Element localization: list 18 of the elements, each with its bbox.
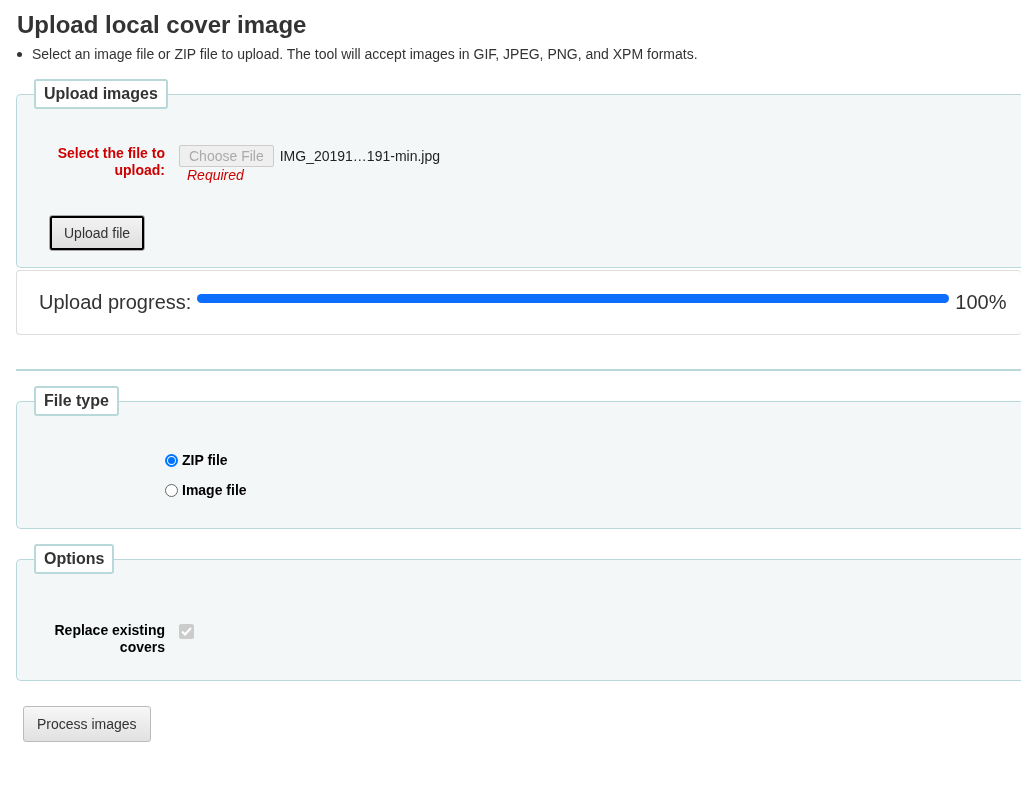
instruction-text: Select an image file or ZIP file to upload. The tool will accept images in GIF, JPEG, PNG, and XPM formats. xyxy=(32,46,698,62)
section-legend: Upload images xyxy=(34,79,168,109)
page-title: Upload local cover image xyxy=(17,10,308,40)
bullet-icon xyxy=(17,51,22,57)
progress-label: Upload progress: xyxy=(39,291,192,314)
process-images-button[interactable]: Process images xyxy=(23,706,151,742)
option-label: Replace existing covers xyxy=(53,622,165,656)
section-legend: File type xyxy=(34,386,119,416)
file-name: IMG_20191…191-min.jpg xyxy=(279,147,440,166)
progress-percent: 100% xyxy=(955,291,1007,314)
file-label: Select the file to upload: xyxy=(56,145,165,179)
radio-label[interactable]: Image file xyxy=(182,482,247,498)
radio-label[interactable]: ZIP file xyxy=(182,452,228,468)
required-text: Required xyxy=(187,167,244,183)
radio-button[interactable] xyxy=(165,483,178,497)
section-legend: Options xyxy=(34,544,115,574)
upload-file-button[interactable]: Upload file xyxy=(49,215,146,251)
radio-button[interactable] xyxy=(165,453,178,467)
